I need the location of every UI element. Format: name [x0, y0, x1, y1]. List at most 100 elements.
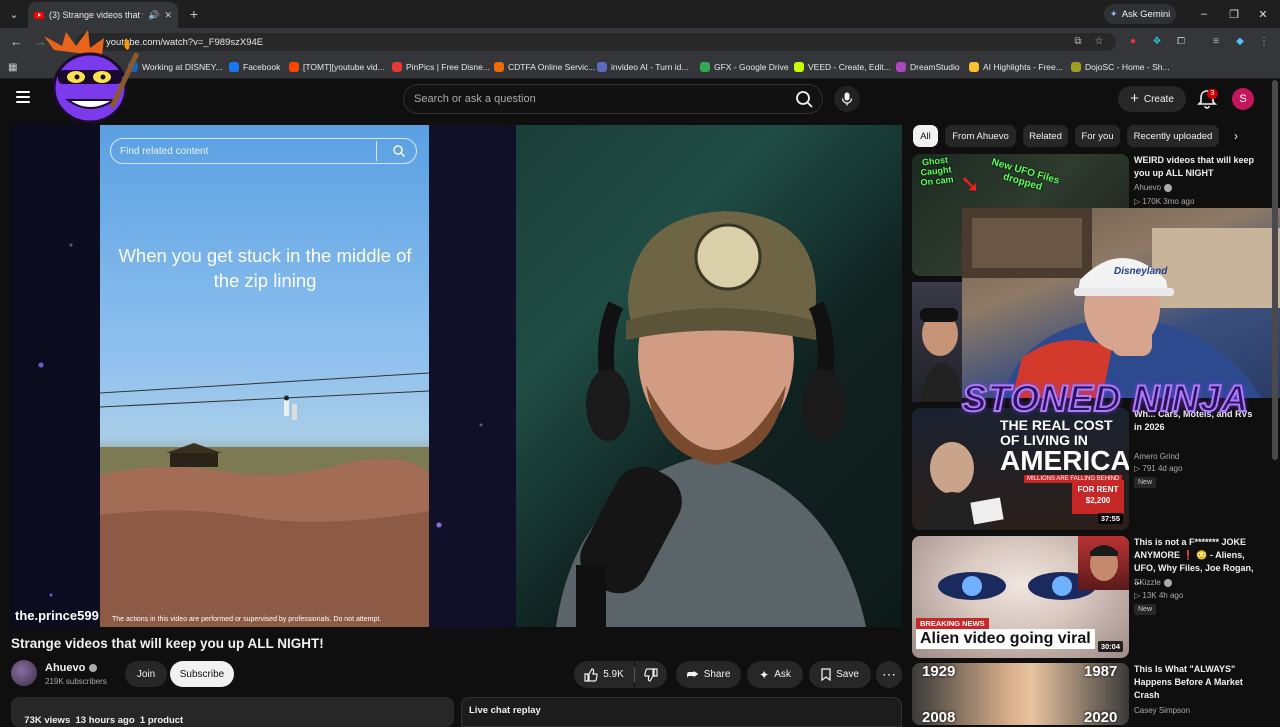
bookmark-item[interactable]: Working at DISNEY...: [128, 58, 222, 76]
subscribe-button[interactable]: Subscribe: [170, 661, 234, 687]
microphone-icon: [841, 92, 853, 106]
ask-button[interactable]: ✦ Ask: [747, 661, 803, 688]
rec4-channel[interactable]: Casey Simpson: [1134, 706, 1190, 715]
voice-search-button[interactable]: [834, 86, 860, 112]
bookmark-label: PinPics | Free Disne...: [406, 62, 490, 72]
guide-menu-icon[interactable]: [16, 91, 30, 103]
more-horizontal-icon: ⋯: [882, 666, 896, 682]
create-label: Create: [1143, 93, 1174, 105]
bookmark-item[interactable]: DojoSC - Home - Sh...: [1071, 58, 1170, 76]
bookmark-item[interactable]: invideo AI - Turn id...: [597, 58, 688, 76]
clip-search-icon: [393, 145, 405, 157]
chip-from-ahuevo[interactable]: From Ahuevo: [945, 125, 1016, 147]
dislike-button[interactable]: [635, 661, 667, 688]
bookmark-item[interactable]: VEED - Create, Edit...: [794, 58, 891, 76]
back-icon[interactable]: ←: [10, 34, 23, 49]
more-actions-button[interactable]: ⋯: [876, 661, 902, 688]
like-button[interactable]: 5.9K: [574, 661, 634, 688]
browser-tab-active[interactable]: (3) Strange videos that will keep you up…: [28, 2, 178, 28]
rec3-stats: ▷ 13K 4h ago: [1134, 591, 1184, 600]
ask-gemini-label: Ask Gemini: [1121, 8, 1171, 20]
create-button[interactable]: + Create: [1118, 86, 1186, 112]
bookmark-item[interactable]: PinPics | Free Disne...: [392, 58, 490, 76]
bookmark-item[interactable]: DreamStudio: [896, 58, 960, 76]
zipline-scene: [100, 372, 429, 627]
save-button[interactable]: Save: [809, 661, 871, 688]
live-chat-replay-header[interactable]: Live chat replay: [461, 697, 902, 727]
window-close-button[interactable]: ✕: [1246, 0, 1280, 28]
bookmark-item[interactable]: Facebook: [229, 58, 280, 76]
address-bar[interactable]: youtube.com/watch?v=_F989szX94E: [76, 33, 1116, 51]
rec3-duration: 30:04: [1097, 641, 1123, 652]
video-player[interactable]: Find related content When you get stuck …: [11, 125, 902, 627]
plus-icon: +: [1130, 90, 1139, 107]
bookmark-favicon-icon: [700, 62, 710, 72]
channel-name[interactable]: Ahuevo: [45, 662, 98, 674]
bookmark-favicon-icon: [392, 62, 402, 72]
tab-close-icon[interactable]: ✕: [164, 10, 178, 21]
rec1-channel[interactable]: Ahuevo: [1134, 183, 1173, 192]
tab-search-button[interactable]: ⌄: [4, 4, 24, 24]
ask-gemini-button[interactable]: ✦ Ask Gemini: [1104, 4, 1176, 24]
extensions-puzzle-icon[interactable]: ⧠: [1174, 35, 1188, 49]
chip-recently-uploaded[interactable]: Recently uploaded: [1127, 125, 1219, 147]
search-icon[interactable]: [792, 88, 816, 110]
bookmark-favicon-icon: [1071, 62, 1081, 72]
rec-thumbnail-3[interactable]: BREAKING NEWS Alien video going viral 30…: [912, 536, 1129, 658]
media-control-icon[interactable]: ≡: [1209, 35, 1223, 49]
rec1-title[interactable]: WEIRD videos that will keep you up ALL N…: [1134, 154, 1256, 180]
bookmark-item[interactable]: CDTFA Online Servic...: [494, 58, 595, 76]
extension-teal-icon[interactable]: ❖: [1150, 35, 1164, 49]
bookmark-item[interactable]: AI Highlights - Free...: [969, 58, 1063, 76]
thumbs-down-icon: [644, 667, 658, 682]
install-app-icon[interactable]: ⧉: [1071, 35, 1085, 49]
speaker-icon[interactable]: 🔊: [148, 10, 159, 21]
chip-for-you[interactable]: For you: [1075, 125, 1120, 147]
search-divider: [376, 141, 377, 161]
bookmark-item[interactable]: GFX - Google Drive: [700, 58, 789, 76]
chip-related[interactable]: Related: [1023, 125, 1068, 147]
rec3-channel[interactable]: SKizzle: [1134, 578, 1172, 587]
rec-thumbnail-4[interactable]: 1929 1987 2008 2020: [912, 663, 1129, 725]
rec-thumbnail-2[interactable]: THE REAL COST OF LIVING IN AMERICA MILLI…: [912, 408, 1129, 530]
description-box[interactable]: 73K views 13 hours ago 1 product: [11, 697, 454, 727]
bookmark-label: DojoSC - Home - Sh...: [1085, 62, 1170, 72]
extension-red-icon[interactable]: ●: [1126, 35, 1140, 49]
rec2-headline: THE REAL COST OF LIVING IN: [1000, 417, 1113, 448]
bookmark-favicon-icon: [794, 62, 804, 72]
share-button[interactable]: ⮫ Share: [676, 661, 741, 688]
chip-all[interactable]: All: [913, 125, 938, 147]
bookmark-favicon-icon: [896, 62, 906, 72]
rec3-new-badge: New: [1134, 604, 1157, 615]
account-avatar[interactable]: S: [1232, 88, 1254, 110]
rec1-stats: ▷ 170K 3mo ago: [1134, 197, 1195, 206]
gemini-sparkle-icon: ✦: [1109, 8, 1118, 20]
browser-menu-icon[interactable]: ⋮: [1257, 35, 1271, 49]
rec4-title[interactable]: This Is What "ALWAYS" Happens Before A M…: [1134, 663, 1256, 702]
profile-extension-icon[interactable]: ◆: [1233, 35, 1247, 49]
bookmark-item[interactable]: [TOMT][youtube vid...: [289, 58, 385, 76]
bookmark-label: Working at DISNEY...: [142, 62, 223, 72]
rec-thumb-partial: [912, 282, 962, 402]
rec2-rent: FOR RENT $2,200: [1077, 485, 1119, 505]
apps-grid-icon[interactable]: ▦: [8, 58, 17, 76]
chevron-right-icon[interactable]: ›: [1234, 129, 1238, 143]
search-input[interactable]: Search or ask a question: [403, 84, 823, 114]
notification-count-badge: 3: [1207, 89, 1218, 99]
channel-avatar[interactable]: [11, 660, 37, 686]
window-minimize-button[interactable]: –: [1187, 0, 1221, 28]
rec1-ufo-text: New UFO Files dropped: [990, 156, 1061, 194]
description-meta: 73K views 13 hours ago 1 product: [24, 715, 184, 726]
rec4-year-1987: 1987: [1084, 663, 1118, 680]
rec2-stats: ▷ 791 4d ago: [1134, 464, 1183, 473]
new-tab-button[interactable]: +: [184, 4, 204, 24]
rec2-channel[interactable]: Amero Grind: [1134, 452, 1179, 461]
bookmark-star-icon[interactable]: ☆: [1092, 35, 1106, 49]
ninja-mascot-logo-icon: [44, 30, 139, 124]
rec3-verified-icon: [1163, 578, 1172, 587]
find-related-placeholder: Find related content: [120, 145, 209, 157]
join-button[interactable]: Join: [125, 661, 167, 687]
page-scrollbar[interactable]: [1272, 80, 1278, 460]
bookmark-favicon-icon: [597, 62, 607, 72]
video-title: Strange videos that will keep you up ALL…: [11, 636, 324, 651]
